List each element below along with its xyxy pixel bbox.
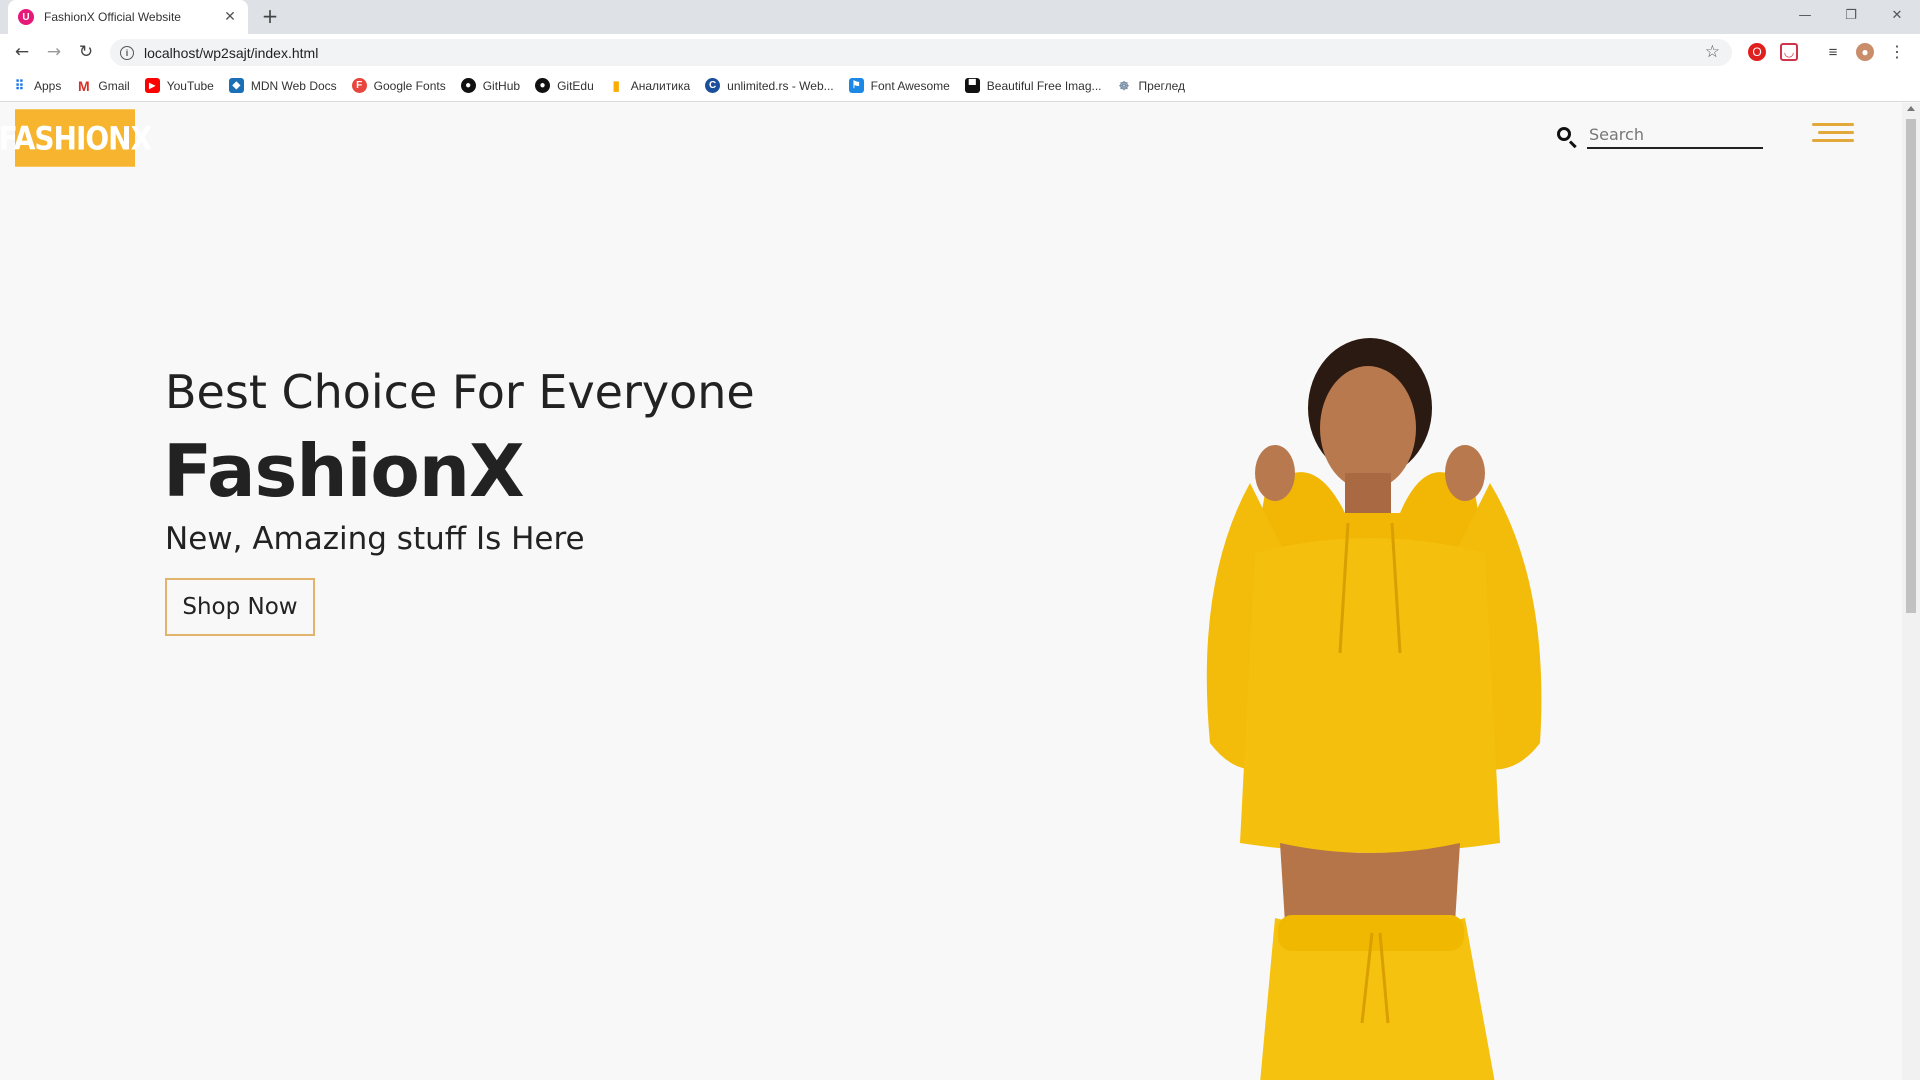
bookmark-preview[interactable]: ☸ Преглед [1117,78,1186,93]
tab-title: FashionX Official Website [44,10,181,24]
bookmark-label: Google Fonts [373,78,446,93]
analytics-icon: ▮ [612,77,620,93]
opera-extension-icon[interactable]: O [1748,43,1766,61]
apps-grid-icon: ⠿ [14,77,25,93]
pocket-extension-icon[interactable]: ◡ [1780,43,1798,61]
browser-menu-icon[interactable]: ⋮ [1888,43,1906,61]
bookmark-star-icon[interactable]: ☆ [1705,42,1720,62]
github-icon: ● [460,78,476,93]
back-arrow-icon[interactable]: ← [10,40,34,64]
bookmark-label: Gmail [98,78,130,93]
bookmark-label: Apps [34,78,62,93]
hero-title: FashionX [163,429,525,513]
bookmark-google-fonts[interactable]: F Google Fonts [351,78,446,93]
bookmark-label: unlimited.rs - Web... [727,78,834,93]
browser-tab[interactable]: U FashionX Official Website ✕ [8,0,248,34]
font-awesome-icon: ⚑ [848,78,864,93]
bookmark-label: Аналитика [630,78,691,93]
browser-tab-strip: U FashionX Official Website ✕ + — ❐ ✕ [0,0,1920,34]
unlimited-icon: C [705,78,721,93]
mdn-icon: ◆ [228,78,244,93]
hero-subtitle: New, Amazing stuff Is Here [165,521,585,557]
bookmark-label: MDN Web Docs [250,78,337,93]
minimize-icon[interactable]: — [1782,0,1828,30]
window-close-icon[interactable]: ✕ [1874,0,1920,30]
reload-icon[interactable]: ↻ [74,40,98,64]
address-bar[interactable]: i localhost/wp2sajt/index.html ☆ [110,39,1732,66]
scroll-up-arrow-icon[interactable] [1907,106,1915,111]
bookmark-github[interactable]: ● GitHub [460,78,521,93]
site-info-icon[interactable]: i [120,45,134,60]
new-tab-icon[interactable]: + [258,6,282,28]
search-icon[interactable] [1555,125,1579,149]
url-text[interactable]: localhost/wp2sajt/index.html [144,45,318,61]
bookmark-label: YouTube [166,78,214,93]
forward-arrow-icon[interactable]: → [42,40,66,64]
bookmark-apps[interactable]: ⠿ Apps [12,77,62,93]
profile-avatar-icon[interactable]: ● [1856,43,1874,61]
page-scrollbar[interactable] [1902,103,1920,1080]
hamburger-menu-icon[interactable] [1812,121,1854,145]
youtube-icon: ▶ [144,78,160,93]
bookmark-label: Преглед [1138,78,1186,93]
page-viewport: FASHIONX Best Choice For Everyone Fashio… [0,103,1902,1080]
shop-now-button[interactable]: Shop Now [165,578,315,636]
search-input[interactable] [1587,121,1763,149]
bookmark-analytics[interactable]: ▮ Аналитика [609,78,690,93]
bookmark-font-awesome[interactable]: ⚑ Font Awesome [848,78,950,93]
browser-toolbar: ← → ↻ i localhost/wp2sajt/index.html ☆ O… [0,34,1920,70]
scrollbar-thumb[interactable] [1906,119,1916,613]
site-favicon-icon: U [18,9,34,25]
reading-list-icon[interactable]: ≡ [1824,43,1842,61]
bookmark-youtube[interactable]: ▶ YouTube [144,78,214,93]
bookmark-label: GitHub [482,78,521,93]
hero-tagline: Best Choice For Everyone [165,365,755,419]
unsplash-icon: ▀ [964,78,980,93]
hero-model-image [1206,338,1542,1080]
bookmark-label: Font Awesome [870,78,950,93]
bookmark-gmail[interactable]: M Gmail [76,77,130,94]
bookmark-gitedu[interactable]: ● GitEdu [535,78,594,93]
bookmark-unlimited[interactable]: C unlimited.rs - Web... [705,78,834,93]
google-fonts-icon: F [351,78,367,93]
github-icon: ● [535,78,551,93]
bookmark-unsplash[interactable]: ▀ Beautiful Free Imag... [964,78,1102,93]
bookmark-label: GitEdu [557,78,594,93]
bookmarks-bar: ⠿ Apps M Gmail ▶ YouTube ◆ MDN Web Docs … [0,70,1920,102]
gmail-icon: M [78,77,90,94]
site-logo[interactable]: FASHIONX [0,109,152,167]
bookmark-mdn[interactable]: ◆ MDN Web Docs [228,78,337,93]
close-tab-icon[interactable]: ✕ [222,9,238,25]
preview-icon: ☸ [1118,78,1130,93]
search-bar [1555,121,1763,149]
window-controls: — ❐ ✕ [1782,0,1920,30]
bookmark-label: Beautiful Free Imag... [986,78,1102,93]
restore-icon[interactable]: ❐ [1828,0,1874,30]
